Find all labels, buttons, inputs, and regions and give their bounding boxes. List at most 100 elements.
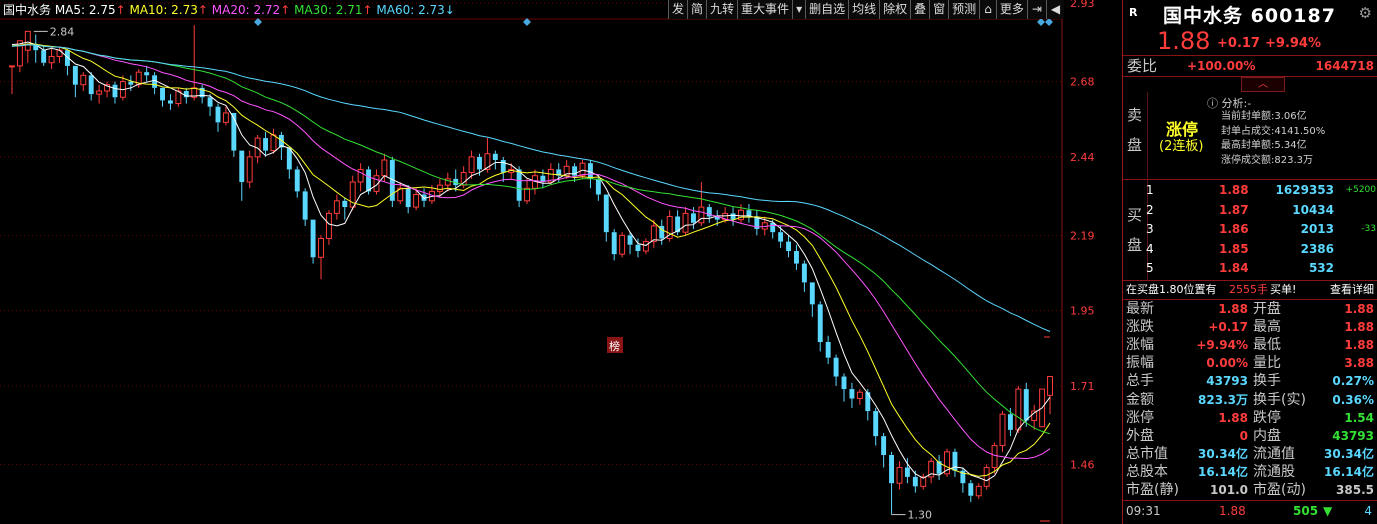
stat-value: 1.88 [1218,302,1248,316]
bid-volume: 532 [1308,261,1334,275]
y-tick-label: 1.95 [1070,305,1095,318]
quote-panel: R 国中水务 600187 ⚙ 1.88 +0.17 +9.94% 委比 +10… [1122,0,1377,524]
bid-level: 5 [1146,261,1154,275]
bid-row[interactable]: 5 1.84 532 [1123,259,1377,278]
candle-body [627,235,633,245]
stat-label: 总市值 [1126,445,1168,462]
stat-label: 内盘 [1253,427,1281,444]
sell-side-label: 卖盘 [1127,106,1143,154]
last-price: 1.88 [1157,27,1211,55]
view-details-link[interactable]: 查看详细 [1330,281,1374,299]
stat-label: 最新 [1126,301,1154,317]
bid-row[interactable]: 2 1.87 10434 [1123,201,1377,220]
stat-label: 换手 [1253,373,1281,390]
toolbar-button[interactable]: 删自选 [805,0,849,19]
toolbar-button[interactable]: 九转 [706,0,738,19]
ma-line-ma30 [11,44,1051,435]
stat-value: 0 [1239,428,1248,443]
stat-value: 101.0 [1210,483,1248,497]
candle-body [896,467,903,484]
collapse-button[interactable]: ︿ [1241,77,1285,92]
ma-legend-item: MA5: 2.75 [55,3,116,17]
header-stock-name: 国中水务 [3,2,55,17]
candle-body [904,467,910,477]
stat-value: 1.54 [1344,410,1374,425]
toolbar-button[interactable]: 除权 [879,0,911,19]
bid-row[interactable]: 1 1.88 1629353 +5200 [1123,181,1377,200]
gear-icon[interactable]: ⚙ [1359,4,1372,22]
stat-value: 1.88 [1344,338,1374,353]
tick-time: 09:31 [1126,504,1161,518]
candle-body [80,74,87,86]
candle-body [96,90,103,95]
info-icon: ⓘ [1207,97,1218,110]
y-tick-label: 2.93 [1070,0,1095,10]
stat-row: 金额 823.3万 换手(实) 0.36% [1123,391,1377,409]
y-tick-label: 2.19 [1070,229,1095,242]
play-icon[interactable]: ◀ [1045,0,1065,19]
chevron-up-icon: ︿ [1258,79,1268,90]
bid-change: +5200 [1345,185,1376,195]
bid-price: 1.86 [1219,222,1249,236]
candle-body [112,84,118,98]
stat-row: 总市值 30.34亿 流通值 30.34亿 [1123,445,1377,463]
toolbar-button[interactable]: 窗 [929,0,949,19]
candle-body [207,97,213,107]
candle-body [975,485,982,497]
candle-body [865,392,871,412]
stat-row: 外盘 0 内盘 43793 [1123,427,1377,445]
lock-icon[interactable]: ⌂ [979,0,996,19]
bid-row[interactable]: 3 1.86 2013 -33 [1123,220,1377,239]
candle-body [294,169,300,192]
stat-value: 0.00% [1206,356,1248,371]
stat-label: 涨停 [1126,409,1154,426]
toolbar-button[interactable]: 更多 [995,0,1027,19]
stat-value: 30.34亿 [1324,446,1374,461]
candle-body [1015,388,1022,431]
candle-body [856,391,863,399]
candle-body [881,436,887,455]
kline-chart[interactable]: 2.93 2.68 2.44 2.19 1.95 1.71 1.46 2.84 1.30 榜 国中水… [0,0,1122,524]
candle-body [690,213,696,223]
candle-body [516,169,522,201]
bid-row[interactable]: 4 1.85 2386 [1123,240,1377,259]
kline-chart-area[interactable]: 2.93 2.68 2.44 2.19 1.95 1.71 1.46 2.84 1.30 榜 国中水… [0,0,1122,524]
bid-volume: 2386 [1300,241,1334,256]
candle-body [698,206,705,224]
toolbar-button[interactable]: 预测 [948,0,980,19]
toolbar-button[interactable]: 叠 [910,0,930,19]
seal-info-line: 最高封单额:5.34亿 [1221,140,1307,151]
candle-body [325,212,332,239]
stock-name: 国中水务 [1163,5,1244,27]
stat-value: 16.14亿 [1324,464,1374,479]
stat-label: 振幅 [1126,355,1154,372]
bid-price: 1.84 [1219,261,1249,275]
stat-value: 3.88 [1344,356,1374,371]
candle-body [991,445,998,469]
candle-body [524,187,530,202]
candle-body [603,194,609,233]
exit-icon[interactable]: ⇥ [1026,0,1046,19]
candle-body [468,156,475,174]
candle-body [778,232,784,242]
toolbar-button[interactable]: 简 [687,0,707,19]
stat-row: 总股本 16.14亿 流通股 16.14亿 [1123,463,1377,481]
candle-body [642,241,649,252]
stat-label: 最高 [1253,319,1281,336]
stat-label: 流通值 [1253,445,1295,462]
candle-body [24,30,31,51]
arrow-up-icon: ↑ [198,3,212,17]
candle-body [999,413,1006,447]
stat-row: 总手 43793 换手 0.27% [1123,372,1377,390]
bid-price: 1.87 [1219,202,1249,217]
stat-value: +0.17 [1208,320,1248,335]
tick-footer: 09:31 1.88 505 ▼ 4 [1123,502,1377,520]
toolbar-button[interactable]: ▾ [792,0,806,19]
candle-body [809,282,815,305]
candle-body [270,134,277,152]
bid-change: -33 [1361,224,1376,234]
toolbar-button[interactable]: 重大事件 [737,0,793,19]
toolbar-button[interactable]: 均线 [848,0,880,19]
stat-label: 量比 [1253,355,1281,372]
toolbar-button[interactable]: 发 [668,0,688,19]
